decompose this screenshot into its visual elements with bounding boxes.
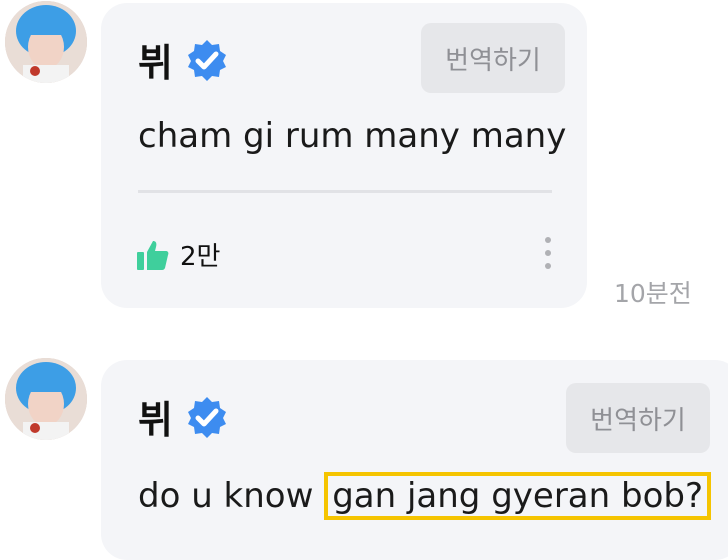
comment-text-prefix: do u know [138, 476, 325, 516]
author-row: 뷔 [138, 389, 229, 444]
comment-text: cham gi rum many many [138, 116, 567, 156]
avatar-image [5, 358, 87, 440]
author-row: 뷔 [138, 32, 229, 87]
avatar-image [5, 1, 87, 83]
avatar[interactable] [5, 358, 87, 440]
highlighted-phrase: gan jang gyeran bob? [324, 472, 711, 520]
comment-text: do u know gan jang gyeran bob? [138, 472, 711, 520]
translate-button[interactable]: 번역하기 [421, 23, 565, 93]
translate-button[interactable]: 번역하기 [566, 383, 710, 453]
author-name[interactable]: 뷔 [138, 389, 173, 444]
verified-check-icon [187, 39, 226, 81]
author-name[interactable]: 뷔 [138, 32, 173, 87]
like-count: 2만 [180, 242, 221, 272]
verified-check-icon [187, 396, 226, 438]
like-button[interactable]: 2만 [136, 236, 220, 273]
timestamp: 10분전 [614, 279, 692, 308]
thumbs-up-icon [137, 240, 169, 270]
avatar[interactable] [5, 1, 87, 83]
more-options-icon[interactable] [543, 235, 553, 271]
divider [138, 190, 552, 193]
